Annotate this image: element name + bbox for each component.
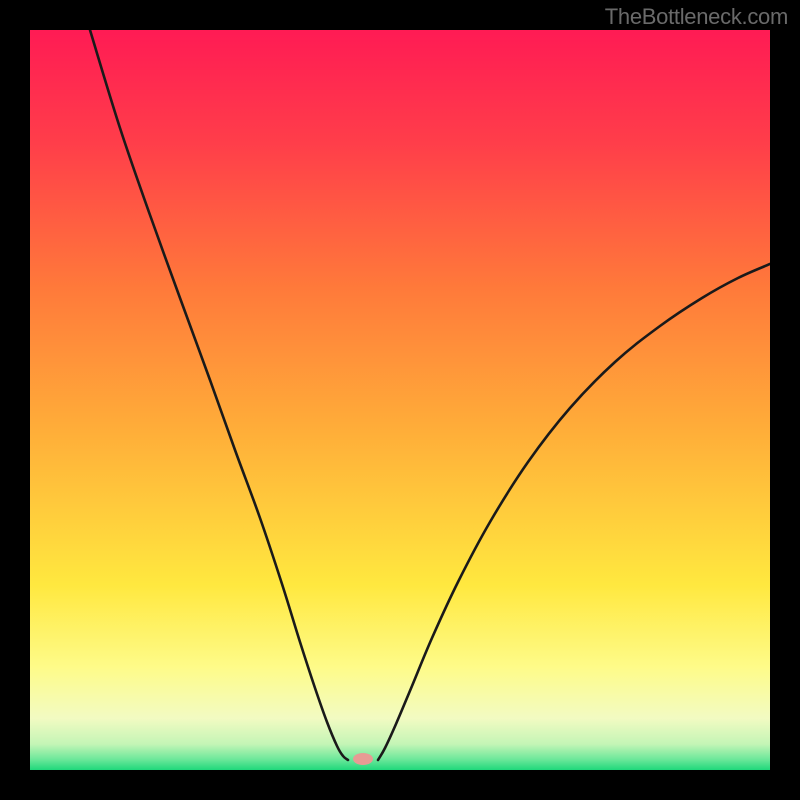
plot-area — [30, 30, 770, 770]
plot-svg — [30, 30, 770, 770]
gradient-background — [30, 30, 770, 770]
watermark-text: TheBottleneck.com — [605, 4, 788, 30]
chart-frame — [0, 0, 800, 800]
minimum-marker — [353, 753, 373, 765]
